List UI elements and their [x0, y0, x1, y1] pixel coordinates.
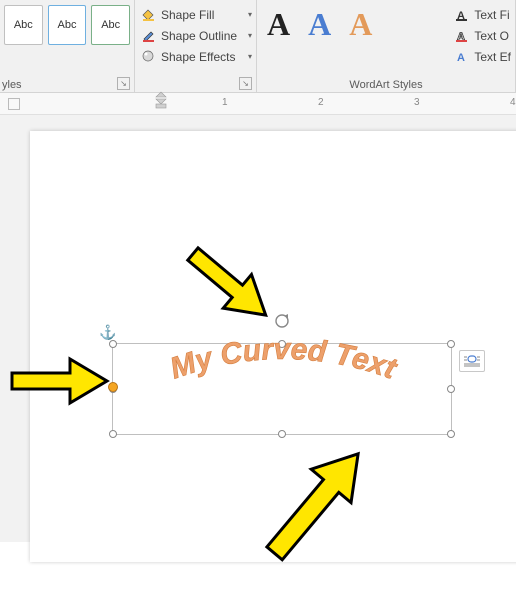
indent-marker-icon[interactable]	[155, 91, 167, 111]
svg-text:A: A	[457, 52, 465, 64]
ribbon: Abc Abc Abc yles ↘ Shape Fill ▾ Shape Ou…	[0, 0, 516, 93]
insert-shapes-group: Abc Abc Abc yles ↘	[0, 0, 135, 93]
svg-text:My Curved Text: My Curved Text	[166, 333, 402, 386]
wordart-preset-3[interactable]: A	[349, 6, 372, 43]
text-outline-icon: A	[454, 28, 469, 43]
shape-outline-button[interactable]: Shape Outline ▾	[137, 25, 256, 46]
shape-styles-dialog-launcher[interactable]: ↘	[239, 77, 252, 90]
chevron-down-icon: ▾	[248, 31, 252, 40]
shape-style-1[interactable]: Abc	[4, 5, 43, 45]
chevron-down-icon: ▾	[248, 10, 252, 19]
shapes-dialog-launcher[interactable]: ↘	[117, 77, 130, 90]
wordart-preset-1[interactable]: A	[267, 6, 290, 43]
chevron-down-icon: ▾	[248, 52, 252, 61]
shape-effects-button[interactable]: Shape Effects ▾	[137, 46, 256, 67]
wordart-styles-group: A A A A Text Fi A Text O A Text Ef	[257, 0, 516, 93]
shape-style-3[interactable]: Abc	[91, 5, 130, 45]
resize-handle-bm[interactable]	[278, 430, 286, 438]
bucket-icon	[141, 7, 156, 22]
text-effects-icon: A	[454, 49, 469, 64]
tab-selector[interactable]	[8, 98, 20, 110]
wordart-textbox[interactable]: ⚓ My Curved Text	[112, 343, 452, 435]
text-effects-button[interactable]: A Text Ef	[452, 46, 515, 67]
curved-wordart-text[interactable]: My Curved Text	[113, 332, 451, 407]
pencil-icon	[141, 28, 156, 43]
resize-handle-bl[interactable]	[109, 430, 117, 438]
horizontal-ruler[interactable]: 1 2 3 4	[0, 93, 516, 115]
layout-options-button[interactable]	[459, 350, 485, 372]
document-canvas[interactable]: ⚓ My Curved Text	[0, 115, 516, 542]
text-fill-icon: A	[454, 7, 469, 22]
shape-fill-button[interactable]: Shape Fill ▾	[137, 4, 256, 25]
text-outline-button[interactable]: A Text O	[452, 25, 515, 46]
shape-styles-group: Shape Fill ▾ Shape Outline ▾ Shape Effec…	[135, 0, 257, 93]
effects-icon	[141, 49, 156, 64]
text-fill-button[interactable]: A Text Fi	[452, 4, 515, 25]
resize-handle-br[interactable]	[447, 430, 455, 438]
shapes-group-label: yles	[0, 79, 134, 91]
wordart-group-label: WordArt Styles	[257, 79, 515, 91]
wordart-preset-2[interactable]: A	[308, 6, 331, 43]
shape-style-2[interactable]: Abc	[48, 5, 87, 45]
